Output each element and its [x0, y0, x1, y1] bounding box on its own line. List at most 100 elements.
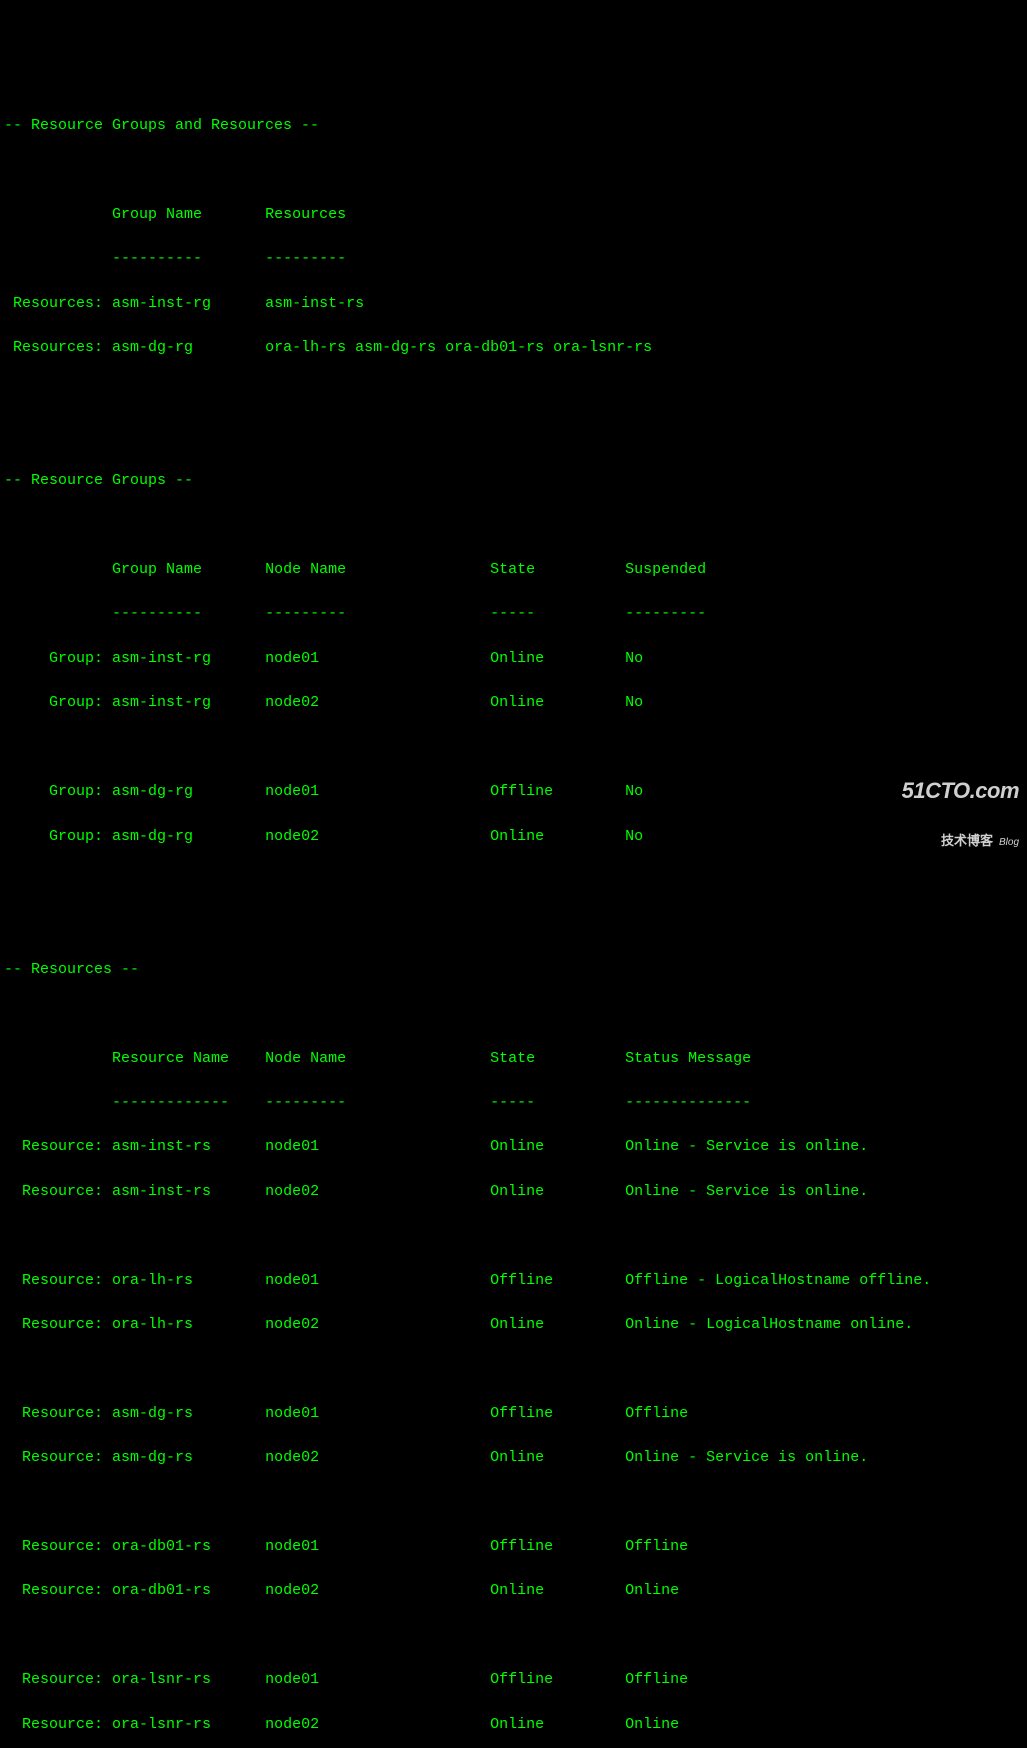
terminal-output: -- Resource Groups and Resources -- Grou… [4, 93, 1023, 1748]
cell: node01 [265, 650, 319, 667]
cell: asm-inst-rs [112, 1183, 211, 1200]
cell: ora-lh-rs [112, 1272, 193, 1289]
cell: Online [490, 1316, 544, 1333]
cell: Online [490, 650, 544, 667]
cell: ora-db01-rs [112, 1582, 211, 1599]
cell: node01 [265, 1138, 319, 1155]
cell: Offline [490, 1272, 553, 1289]
divider: --------- [265, 605, 346, 622]
row-label: Resource: [22, 1582, 103, 1599]
cell: node02 [265, 1716, 319, 1733]
row-label: Group: [49, 828, 103, 845]
cell: Online - Service is online. [625, 1138, 868, 1155]
col-header: Node Name [265, 1050, 346, 1067]
cell: Online [490, 1582, 544, 1599]
col-header: State [490, 1050, 535, 1067]
cell: Offline [490, 1538, 553, 1555]
row-label: Group: [49, 694, 103, 711]
cell: No [625, 650, 643, 667]
col-header: State [490, 561, 535, 578]
cell: Offline [490, 1671, 553, 1688]
divider: --------- [625, 605, 706, 622]
cell: asm-inst-rg [112, 650, 211, 667]
cell: node01 [265, 1405, 319, 1422]
cell: Online [625, 1582, 679, 1599]
col-header: Resource Name [112, 1050, 229, 1067]
cell: Online [490, 1138, 544, 1155]
cell: Online [490, 694, 544, 711]
cell: asm-dg-rs [112, 1405, 193, 1422]
row-label: Group: [49, 783, 103, 800]
cell: asm-inst-rg [112, 295, 211, 312]
cell: ora-lsnr-rs [112, 1671, 211, 1688]
cell: node01 [265, 1272, 319, 1289]
cell: asm-dg-rg [112, 828, 193, 845]
cell: node02 [265, 828, 319, 845]
cell: ora-lh-rs [112, 1316, 193, 1333]
cell: asm-dg-rs [112, 1449, 193, 1466]
cell: Offline [490, 1405, 553, 1422]
col-header: Resources [265, 206, 346, 223]
cell: Offline [625, 1538, 688, 1555]
watermark-blog: Blog [999, 837, 1019, 848]
cell: Offline [490, 783, 553, 800]
cell: No [625, 828, 643, 845]
row-label: Resources: [13, 339, 103, 356]
cell: No [625, 783, 643, 800]
watermark-brand: 51CTO.com [902, 779, 1019, 802]
cell: Offline [625, 1671, 688, 1688]
row-label: Resource: [22, 1449, 103, 1466]
cell: node01 [265, 1671, 319, 1688]
col-header: Suspended [625, 561, 706, 578]
col-header: Node Name [265, 561, 346, 578]
divider: ----- [490, 1094, 535, 1111]
cell: node02 [265, 1183, 319, 1200]
section-header: -- Resource Groups and Resources -- [4, 115, 1023, 137]
cell: node01 [265, 1538, 319, 1555]
cell: asm-inst-rs [265, 295, 364, 312]
cell: No [625, 694, 643, 711]
cell: Online - LogicalHostname online. [625, 1316, 913, 1333]
cell: Online - Service is online. [625, 1183, 868, 1200]
divider: ---------- [112, 250, 202, 267]
cell: Offline [625, 1405, 688, 1422]
cell: ora-lsnr-rs [112, 1716, 211, 1733]
cell: Online [625, 1716, 679, 1733]
cell: Online [490, 1183, 544, 1200]
divider: ---------- [112, 605, 202, 622]
divider: ------------- [112, 1094, 229, 1111]
divider: --------- [265, 1094, 346, 1111]
col-header: Status Message [625, 1050, 751, 1067]
cell: node02 [265, 1449, 319, 1466]
row-label: Resources: [13, 295, 103, 312]
cell: ora-lh-rs asm-dg-rs ora-db01-rs ora-lsnr… [265, 339, 652, 356]
row-label: Resource: [22, 1138, 103, 1155]
row-label: Resource: [22, 1183, 103, 1200]
watermark: 51CTO.com 技术博客 Blog [902, 748, 1019, 864]
cell: Online [490, 828, 544, 845]
row-label: Resource: [22, 1272, 103, 1289]
col-header: Group Name [112, 206, 202, 223]
cell: Online - Service is online. [625, 1449, 868, 1466]
section-header: -- Resources -- [4, 959, 1023, 981]
cell: node02 [265, 1582, 319, 1599]
row-label: Resource: [22, 1405, 103, 1422]
row-label: Resource: [22, 1671, 103, 1688]
cell: Online [490, 1449, 544, 1466]
cell: Offline - LogicalHostname offline. [625, 1272, 931, 1289]
row-label: Group: [49, 650, 103, 667]
cell: ora-db01-rs [112, 1538, 211, 1555]
divider: --------- [265, 250, 346, 267]
col-header: Group Name [112, 561, 202, 578]
cell: Online [490, 1716, 544, 1733]
watermark-sub: 技术博客 [941, 833, 993, 848]
row-label: Resource: [22, 1538, 103, 1555]
cell: asm-inst-rs [112, 1138, 211, 1155]
section-header: -- Resource Groups -- [4, 470, 1023, 492]
cell: asm-dg-rg [112, 339, 193, 356]
cell: asm-inst-rg [112, 694, 211, 711]
cell: asm-dg-rg [112, 783, 193, 800]
row-label: Resource: [22, 1316, 103, 1333]
row-label: Resource: [22, 1716, 103, 1733]
divider: -------------- [625, 1094, 751, 1111]
